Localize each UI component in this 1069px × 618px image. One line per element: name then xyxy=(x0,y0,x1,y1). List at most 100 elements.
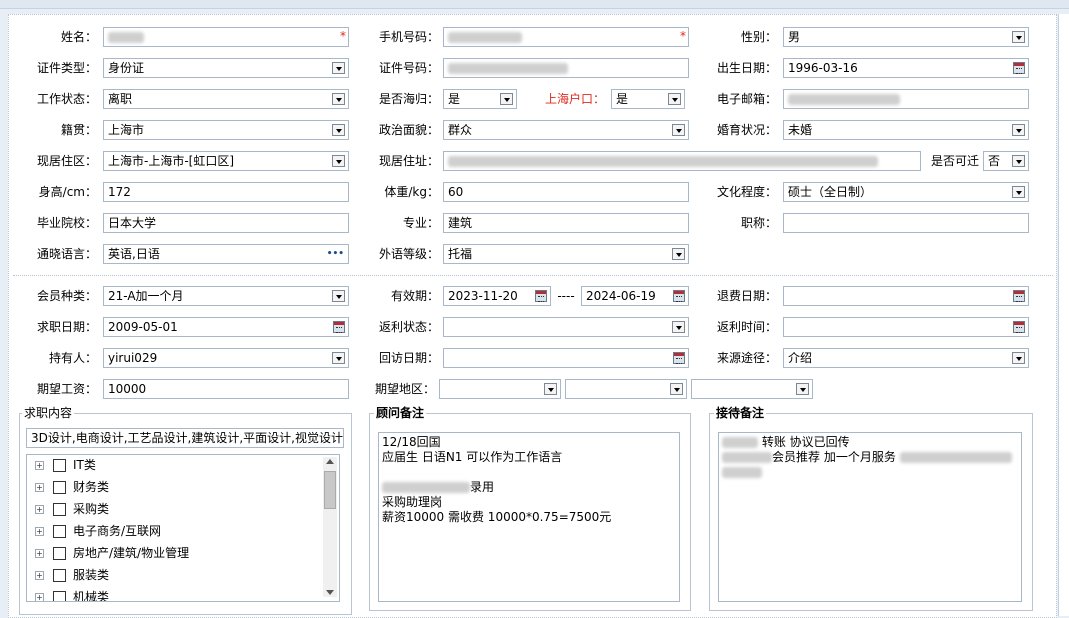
job-title-input[interactable] xyxy=(783,213,1029,233)
dropdown-arrow-icon[interactable] xyxy=(672,124,685,136)
language-level-select[interactable]: 托福 xyxy=(443,244,689,264)
top-toolbar-strip xyxy=(0,0,1069,9)
customer-form-panel: 姓名： * 手机号码： * 性别： 男 证件类型： 身份证 证件号码： 出生日期… xyxy=(8,14,1057,618)
expand-icon[interactable]: + xyxy=(35,505,44,514)
relocatable-select[interactable]: 否 xyxy=(983,151,1029,171)
expected-area-province-select[interactable] xyxy=(439,379,561,399)
rebate-time-input[interactable] xyxy=(783,317,1029,337)
id-number-input[interactable] xyxy=(443,58,689,78)
dropdown-arrow-icon[interactable] xyxy=(672,248,685,260)
current-address-input[interactable] xyxy=(443,151,921,171)
scroll-down-icon[interactable] xyxy=(326,590,334,595)
dropdown-arrow-icon[interactable] xyxy=(668,93,681,105)
holder-select[interactable]: yirui029 xyxy=(103,348,349,368)
expected-salary-input[interactable]: 10000 xyxy=(103,379,349,399)
job-content-selected-input[interactable]: 3D设计,电商设计,工艺品设计,建筑设计,平面设计,视觉设计 xyxy=(26,428,344,448)
note-line: 录用 xyxy=(382,480,676,495)
scroll-up-icon[interactable] xyxy=(326,459,334,464)
school-input[interactable]: 日本大学 xyxy=(103,213,349,233)
expected-area-label: 期望地区： xyxy=(374,382,435,396)
dropdown-arrow-icon[interactable] xyxy=(500,93,513,105)
dropdown-arrow-icon[interactable] xyxy=(332,352,345,364)
refund-date-input[interactable] xyxy=(783,286,1029,306)
job-date-value: 2009-05-01 xyxy=(108,320,178,334)
political-status-select[interactable]: 群众 xyxy=(443,120,689,140)
current-address-label: 现居住址： xyxy=(378,154,439,168)
calendar-icon[interactable] xyxy=(1013,62,1025,74)
expand-icon[interactable]: + xyxy=(35,527,44,536)
dropdown-arrow-icon[interactable] xyxy=(670,383,683,395)
scroll-thumb[interactable] xyxy=(324,471,336,509)
checkbox[interactable] xyxy=(53,525,66,538)
checkbox[interactable] xyxy=(53,503,66,516)
phone-input[interactable]: * xyxy=(443,27,689,47)
work-status-select[interactable]: 离职 xyxy=(103,89,349,109)
dropdown-arrow-icon[interactable] xyxy=(1012,155,1025,167)
rebate-status-select[interactable] xyxy=(443,317,689,337)
languages-label: 通晓语言： xyxy=(36,247,97,261)
valid-from-input[interactable]: 2023-11-20 xyxy=(443,286,551,306)
calendar-icon[interactable] xyxy=(333,321,345,333)
gender-select[interactable]: 男 xyxy=(783,27,1029,47)
expand-icon[interactable]: + xyxy=(35,571,44,580)
expected-area-district-select[interactable] xyxy=(691,379,813,399)
dropdown-arrow-icon[interactable] xyxy=(1012,31,1025,43)
dropdown-arrow-icon[interactable] xyxy=(332,290,345,302)
reception-note-textarea[interactable]: 转账 协议已回传 会员推荐 加一个月服务 xyxy=(718,432,1022,602)
calendar-icon[interactable] xyxy=(1013,290,1025,302)
valid-to-input[interactable]: 2024-06-19 xyxy=(581,286,689,306)
email-input[interactable] xyxy=(783,89,1029,109)
major-input[interactable]: 建筑 xyxy=(443,213,689,233)
name-input[interactable]: * xyxy=(103,27,349,47)
calendar-icon[interactable] xyxy=(673,290,685,302)
dropdown-arrow-icon[interactable] xyxy=(544,383,557,395)
id-type-select[interactable]: 身份证 xyxy=(103,58,349,78)
visit-date-input[interactable] xyxy=(443,348,689,368)
dropdown-arrow-icon[interactable] xyxy=(1012,124,1025,136)
checkbox[interactable] xyxy=(53,591,66,601)
tree-item-label: IT类 xyxy=(73,458,96,472)
shanghai-hukou-select[interactable]: 是 xyxy=(611,89,685,109)
member-type-label: 会员种类： xyxy=(36,289,97,303)
expand-icon[interactable]: + xyxy=(35,549,44,558)
dropdown-arrow-icon[interactable] xyxy=(332,93,345,105)
returnee-select[interactable]: 是 xyxy=(443,89,517,109)
checkbox[interactable] xyxy=(53,547,66,560)
calendar-icon[interactable] xyxy=(1013,321,1025,333)
dropdown-arrow-icon[interactable] xyxy=(332,124,345,136)
marital-status-select[interactable]: 未婚 xyxy=(783,120,1029,140)
height-input[interactable]: 172 xyxy=(103,182,349,202)
tree-scrollbar[interactable] xyxy=(323,457,337,597)
checkbox[interactable] xyxy=(53,569,66,582)
dropdown-arrow-icon[interactable] xyxy=(332,155,345,167)
expand-icon[interactable]: + xyxy=(35,461,44,470)
dropdown-arrow-icon[interactable] xyxy=(672,321,685,333)
advisor-note-textarea[interactable]: 12/18回国 应届生 日语N1 可以作为工作语言 录用 采购助理岗 薪资100… xyxy=(378,432,680,602)
language-level-value: 托福 xyxy=(448,247,473,261)
note-line xyxy=(722,465,1018,480)
native-place-select[interactable]: 上海市 xyxy=(103,120,349,140)
dropdown-arrow-icon[interactable] xyxy=(796,383,809,395)
calendar-icon[interactable] xyxy=(673,352,685,364)
current-area-value: 上海市-上海市-[虹口区] xyxy=(108,154,235,168)
calendar-icon[interactable] xyxy=(535,290,547,302)
checkbox[interactable] xyxy=(53,481,66,494)
current-area-select[interactable]: 上海市-上海市-[虹口区] xyxy=(103,151,349,171)
languages-input[interactable]: 英语,日语 ••• xyxy=(103,244,349,264)
birth-date-input[interactable]: 1996-03-16 xyxy=(783,58,1029,78)
source-select[interactable]: 介绍 xyxy=(783,348,1029,368)
expand-icon[interactable]: + xyxy=(35,593,44,601)
more-options-icon[interactable]: ••• xyxy=(327,245,344,263)
job-category-tree[interactable]: + IT类 + 财务类 + 采购类 + 电子商务/互联网 + 房地产/建筑/物业管理 + 服… xyxy=(26,454,340,602)
weight-input[interactable]: 60 xyxy=(443,182,689,202)
dropdown-arrow-icon[interactable] xyxy=(332,62,345,74)
dropdown-arrow-icon[interactable] xyxy=(1012,352,1025,364)
checkbox[interactable] xyxy=(53,459,66,472)
member-type-select[interactable]: 21-A加一个月 xyxy=(103,286,349,306)
dropdown-arrow-icon[interactable] xyxy=(1012,186,1025,198)
expected-area-city-select[interactable] xyxy=(565,379,687,399)
education-select[interactable]: 硕士（全日制） xyxy=(783,182,1029,202)
tree-item-label: 房地产/建筑/物业管理 xyxy=(73,546,190,560)
job-date-input[interactable]: 2009-05-01 xyxy=(103,317,349,337)
expand-icon[interactable]: + xyxy=(35,483,44,492)
